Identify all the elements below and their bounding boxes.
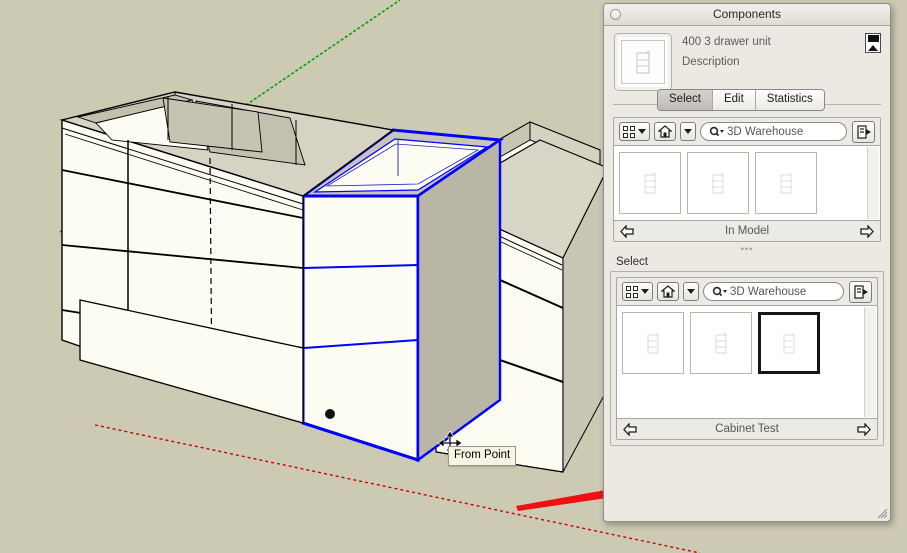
grid-view-icon[interactable] bbox=[622, 282, 653, 301]
primary-list-scrollbar[interactable] bbox=[867, 147, 879, 219]
inference-tooltip: From Point bbox=[448, 446, 517, 466]
cabinet-thumb-3[interactable] bbox=[758, 312, 820, 374]
search-input[interactable]: 3D Warehouse bbox=[703, 282, 844, 301]
collapse-expand-icon[interactable] bbox=[865, 33, 881, 53]
home-dropdown-icon[interactable] bbox=[683, 282, 699, 301]
panel-titlebar[interactable]: Components bbox=[604, 4, 890, 26]
search-input[interactable]: 3D Warehouse bbox=[700, 122, 847, 141]
search-value: 3D Warehouse bbox=[730, 285, 807, 298]
cabinet-thumb-1[interactable] bbox=[622, 312, 684, 374]
search-icon bbox=[709, 126, 724, 138]
resize-grip-icon[interactable] bbox=[875, 506, 888, 519]
component-description: Description bbox=[682, 56, 740, 68]
components-panel[interactable]: Components 400 3 drawer unit Description… bbox=[603, 3, 891, 522]
chevron-down-icon[interactable] bbox=[687, 289, 695, 294]
grid-view-icon[interactable] bbox=[619, 122, 650, 141]
secondary-browser-toolbar: 3D Warehouse bbox=[617, 278, 877, 305]
secondary-browser-nav-label: Cabinet Test bbox=[715, 423, 779, 435]
primary-browser-nav: In Model bbox=[614, 221, 880, 241]
home-icon[interactable] bbox=[657, 282, 679, 301]
cabinet-selected bbox=[298, 128, 505, 463]
search-icon bbox=[712, 286, 727, 298]
tab-statistics[interactable]: Statistics bbox=[755, 90, 824, 110]
secondary-browser-nav: Cabinet Test bbox=[617, 419, 877, 439]
chevron-down-icon[interactable] bbox=[684, 129, 692, 134]
secondary-list-scrollbar[interactable] bbox=[864, 307, 876, 417]
panel-title: Components bbox=[712, 7, 782, 21]
search-value: 3D Warehouse bbox=[727, 125, 804, 138]
home-icon[interactable] bbox=[654, 122, 676, 141]
component-thumb-3[interactable] bbox=[755, 152, 817, 214]
cabinet-thumb-2[interactable] bbox=[690, 312, 752, 374]
primary-component-browser: 3D Warehouse In Model bbox=[613, 117, 881, 242]
details-flyout-icon[interactable] bbox=[849, 280, 872, 303]
panel-tabs: Select Edit Statistics bbox=[604, 89, 890, 111]
select-section-label: Select bbox=[616, 256, 648, 268]
secondary-thumbnail-list[interactable] bbox=[617, 305, 877, 419]
primary-thumbnail-list[interactable] bbox=[614, 145, 880, 221]
endpoint-marker bbox=[325, 409, 335, 419]
splitter-grip-icon: ••• bbox=[740, 244, 754, 254]
home-dropdown-icon[interactable] bbox=[680, 122, 696, 141]
tab-select[interactable]: Select bbox=[658, 90, 713, 110]
details-flyout-icon[interactable] bbox=[852, 120, 875, 143]
chevron-down-icon[interactable] bbox=[641, 289, 649, 294]
select-subpanel: 3D Warehouse Cabinet Test bbox=[610, 271, 884, 446]
panel-splitter[interactable]: ••• bbox=[604, 242, 890, 256]
component-thumb-1[interactable] bbox=[619, 152, 681, 214]
close-dot-icon[interactable] bbox=[610, 9, 621, 20]
cabinet-thumbnail-icon[interactable] bbox=[614, 33, 672, 91]
component-header: 400 3 drawer unit Description bbox=[604, 26, 890, 91]
component-name: 400 3 drawer unit bbox=[682, 36, 771, 48]
tooltip-label: From Point bbox=[454, 449, 511, 461]
primary-browser-toolbar: 3D Warehouse bbox=[614, 118, 880, 145]
secondary-component-browser: 3D Warehouse Cabinet Test bbox=[616, 277, 878, 440]
tab-edit[interactable]: Edit bbox=[712, 90, 756, 110]
primary-browser-nav-label: In Model bbox=[724, 225, 770, 237]
component-thumb-2[interactable] bbox=[687, 152, 749, 214]
chevron-down-icon[interactable] bbox=[638, 129, 646, 134]
